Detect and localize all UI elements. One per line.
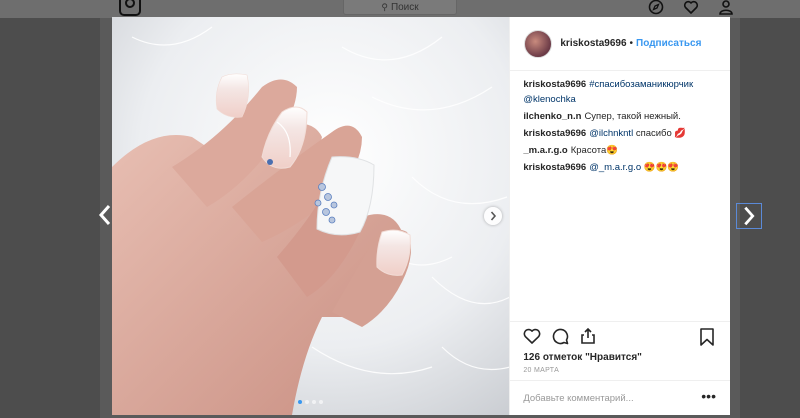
mention-link[interactable]: @klenochka — [523, 94, 575, 105]
comment-username[interactable]: ilchenko_n.n — [523, 111, 581, 122]
follow-button[interactable]: Подписаться — [636, 38, 701, 49]
comment-item: ilchenko_n.n Супер, такой нежный. — [523, 109, 720, 124]
post-photo[interactable] — [112, 17, 510, 415]
heart-icon[interactable] — [683, 0, 699, 15]
like-icon[interactable] — [522, 326, 542, 346]
more-options-button[interactable]: ••• — [701, 389, 716, 403]
background-thumbnail-left — [0, 18, 100, 418]
comment-username[interactable]: kriskosta9696 — [523, 79, 586, 90]
share-icon[interactable] — [578, 326, 598, 346]
add-comment-section: ••• — [510, 380, 730, 415]
comment-text: Супер, такой нежный. — [584, 111, 681, 122]
manicure-photo-image — [112, 17, 510, 415]
carousel-indicator — [298, 400, 323, 404]
comment-text: 😍😍😍 — [641, 162, 680, 173]
search-input[interactable]: ⚲ Поиск — [343, 0, 457, 15]
likes-count[interactable]: 126 отметок "Нравится" — [510, 350, 730, 363]
author-avatar[interactable] — [524, 29, 553, 58]
comment-item: kriskosta9696 @ilchnkntl спасибо 💋 — [523, 126, 720, 141]
comment-text: спасибо 💋 — [633, 128, 687, 139]
comment-text: Красота😍 — [570, 145, 619, 156]
post-sidebar: kriskosta9696 • Подписаться kriskosta969… — [509, 17, 730, 415]
mention-link[interactable]: @_m.a.r.g.o — [589, 162, 641, 173]
post-modal: kriskosta9696 • Подписаться kriskosta969… — [112, 17, 730, 415]
comment-icon[interactable] — [550, 326, 570, 346]
bookmark-icon[interactable] — [698, 327, 716, 347]
comment-username[interactable]: kriskosta9696 — [523, 128, 586, 139]
carousel-next-button[interactable] — [484, 207, 502, 225]
comments-list: kriskosta9696 #спасибозаманикюрчик @kleno… — [510, 71, 730, 321]
instagram-header: ⚲ Поиск — [0, 0, 800, 18]
comment-input[interactable] — [523, 392, 694, 404]
compass-icon[interactable] — [648, 0, 664, 15]
post-date: 20 МАРТА — [523, 367, 560, 374]
mention-link[interactable]: @ilchnkntl — [589, 128, 633, 139]
carousel-dot — [319, 400, 323, 404]
separator-dot: • — [629, 38, 634, 49]
search-icon: ⚲ — [381, 2, 388, 12]
next-post-button[interactable] — [736, 203, 762, 229]
post-actions — [510, 321, 730, 350]
carousel-dot — [305, 400, 309, 404]
profile-icon[interactable] — [718, 0, 734, 15]
comment-username[interactable]: _m.a.r.g.o — [523, 145, 567, 156]
hashtag-link[interactable]: #спасибозаманикюрчик — [589, 79, 693, 90]
carousel-dot — [312, 400, 316, 404]
comment-item: _m.a.r.g.o Красота😍 — [523, 143, 720, 158]
author-username[interactable]: kriskosta9696 — [560, 38, 626, 49]
caption: kriskosta9696 #спасибозаманикюрчик @kleno… — [523, 77, 720, 107]
comment-username[interactable]: kriskosta9696 — [523, 162, 586, 173]
instagram-logo-icon[interactable] — [119, 0, 141, 16]
carousel-dot — [298, 400, 302, 404]
post-header: kriskosta9696 • Подписаться — [510, 17, 730, 71]
comment-item: kriskosta9696 @_m.a.r.g.o 😍😍😍 — [523, 160, 720, 175]
